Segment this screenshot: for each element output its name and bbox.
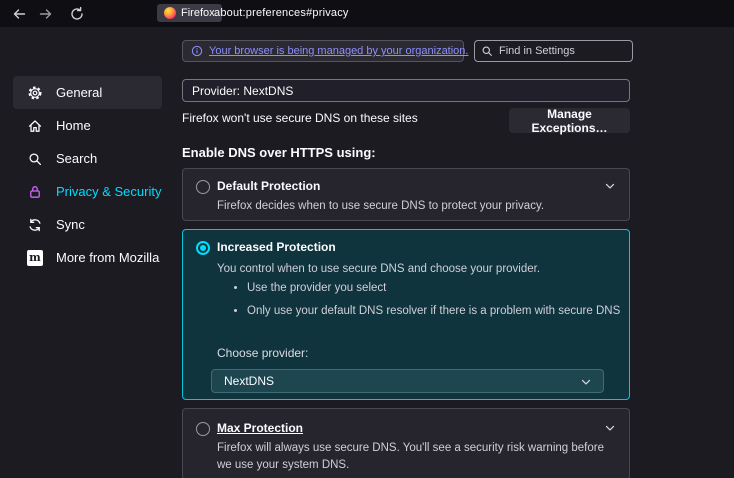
sidebar-item-label: Sync — [56, 217, 85, 232]
sidebar-item-label: More from Mozilla — [56, 250, 159, 265]
manage-exceptions-button[interactable]: Manage Exceptions… — [509, 108, 630, 133]
chevron-down-icon — [579, 375, 593, 389]
current-provider-box: Provider: NextDNS — [182, 79, 630, 102]
firefox-settings-window: Firefox about:preferences#privacy Genera… — [0, 0, 734, 478]
radio-increased-protection[interactable] — [196, 241, 210, 255]
sidebar-item-more-from-mozilla[interactable]: m More from Mozilla — [0, 241, 162, 274]
lock-icon — [27, 184, 43, 200]
reload-icon[interactable] — [69, 6, 85, 22]
provider-select[interactable]: NextDNS — [211, 369, 604, 393]
home-icon — [27, 118, 43, 134]
option-increased-protection[interactable]: Increased Protection You control when to… — [182, 229, 630, 400]
option-label: Increased Protection — [217, 240, 336, 254]
url-bar-text[interactable]: about:preferences#privacy — [214, 7, 349, 19]
bullet-item: Only use your default DNS resolver if th… — [247, 305, 620, 317]
sidebar-item-label: Home — [56, 118, 91, 133]
forward-icon[interactable] — [38, 6, 54, 22]
option-description: You control when to use secure DNS and c… — [217, 261, 540, 278]
managed-by-organization-banner[interactable]: Your browser is being managed by your or… — [182, 40, 464, 62]
option-default-protection[interactable]: Default Protection Firefox decides when … — [182, 168, 630, 221]
url-chip-label: Firefox — [181, 7, 215, 19]
sidebar-item-general[interactable]: General — [13, 76, 162, 109]
option-description: Firefox will always use secure DNS. You'… — [217, 440, 621, 473]
sidebar-item-privacy-security[interactable]: Privacy & Security — [0, 175, 162, 208]
managed-banner-link[interactable]: Your browser is being managed by your or… — [209, 45, 468, 57]
sync-icon — [27, 217, 43, 233]
doh-section-heading: Enable DNS over HTTPS using: — [182, 145, 376, 160]
chevron-down-icon[interactable] — [603, 421, 617, 435]
url-identity-chip[interactable]: Firefox — [157, 4, 222, 22]
firefox-logo — [164, 7, 176, 19]
current-provider-text: Provider: NextDNS — [192, 84, 293, 98]
choose-provider-label: Choose provider: — [217, 346, 308, 360]
mozilla-icon: m — [27, 250, 43, 266]
option-label: Default Protection — [217, 179, 320, 193]
radio-max-protection[interactable] — [196, 422, 210, 436]
chevron-down-icon[interactable] — [603, 179, 617, 193]
provider-select-value: NextDNS — [224, 374, 274, 388]
bullet-item: Use the provider you select — [247, 282, 620, 294]
sidebar-item-home[interactable]: Home — [0, 109, 162, 142]
radio-default-protection[interactable] — [196, 180, 210, 194]
sidebar-item-label: General — [56, 85, 102, 100]
browser-toolbar: Firefox about:preferences#privacy — [0, 0, 734, 27]
gear-icon — [27, 85, 43, 101]
search-input[interactable] — [474, 40, 633, 62]
sidebar-item-label: Privacy & Security — [56, 184, 161, 199]
sidebar-item-label: Search — [56, 151, 97, 166]
info-icon — [191, 45, 203, 57]
increased-protection-bullets: Use the provider you select Only use you… — [233, 282, 620, 328]
option-description: Firefox decides when to use secure DNS t… — [217, 198, 544, 215]
sidebar-item-sync[interactable]: Sync — [0, 208, 162, 241]
exceptions-note: Firefox won't use secure DNS on these si… — [182, 111, 418, 125]
option-label: Max Protection — [217, 421, 303, 435]
search-icon — [27, 151, 43, 167]
find-in-settings — [474, 40, 633, 62]
back-icon[interactable] — [11, 6, 27, 22]
sidebar-item-search[interactable]: Search — [0, 142, 162, 175]
option-max-protection[interactable]: Max Protection Firefox will always use s… — [182, 408, 630, 478]
